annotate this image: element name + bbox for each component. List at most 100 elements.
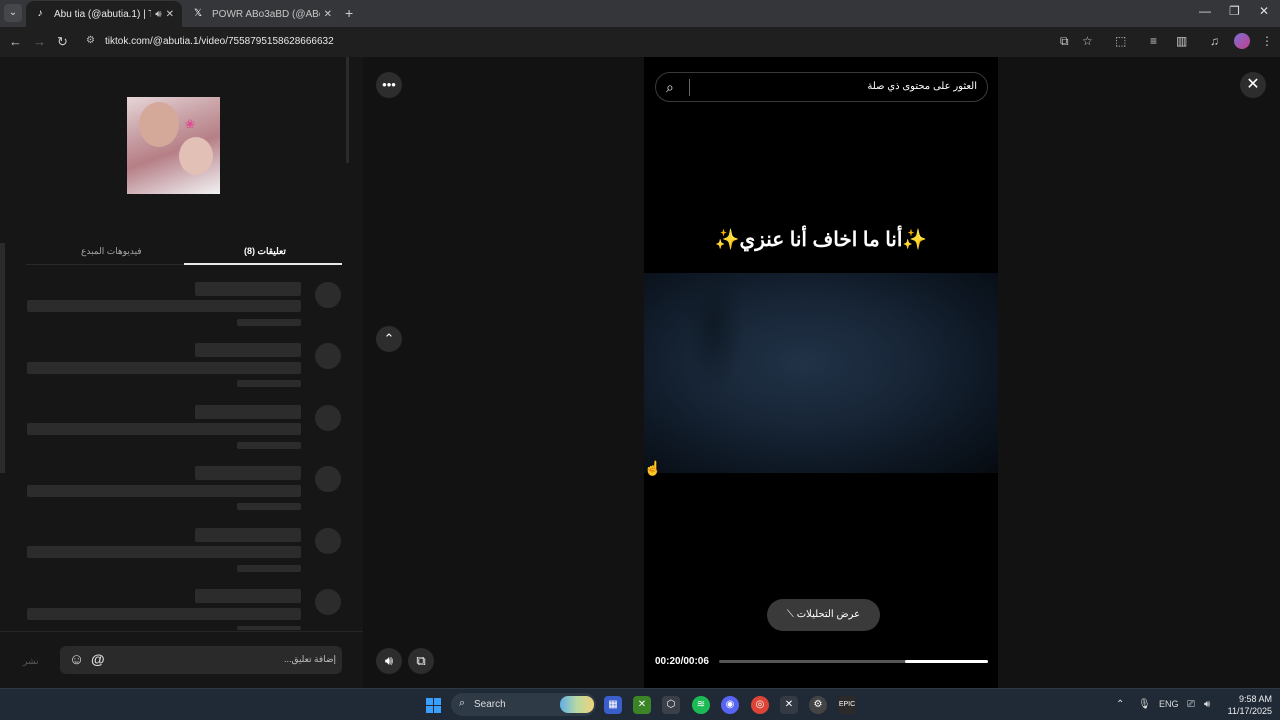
previous-video-chevron-icon[interactable]: ⌃ [376, 326, 402, 352]
comment-composer-bar: نشر ☺ @ إضافة تعليق... [0, 631, 363, 688]
menu-kebab-icon[interactable]: ⋮ [1261, 34, 1273, 48]
skeleton-avatar [315, 589, 341, 615]
related-search[interactable]: ⌕ العثور على محتوى ذي صلة [655, 72, 988, 102]
panel-scrollbar[interactable] [346, 57, 349, 163]
steam-icon[interactable]: ⚙ [809, 696, 827, 714]
skeleton-line [27, 608, 301, 620]
tree-silhouette [684, 273, 744, 393]
xbox-app-icon[interactable]: ✕ [633, 696, 651, 714]
comments-panel: ❀ تعليقات (8) فيديوهات المبدع نشر ☺ @ إض… [0, 57, 363, 688]
video-player[interactable]: ✨أنا ما اخاف أنا عنزي✨ [644, 57, 998, 688]
close-video-icon[interactable]: ✕ [1240, 72, 1266, 98]
emoji-icon[interactable]: ☺ [69, 651, 84, 668]
close-tab-icon[interactable]: ✕ [324, 9, 332, 20]
video-caption: ✨أنا ما اخاف أنا عنزي✨ [714, 229, 928, 251]
bookmark-star-icon[interactable]: ☆ [1082, 34, 1093, 48]
search-icon: ⌕ [459, 697, 466, 709]
skeleton-line [27, 300, 301, 312]
skeleton-line [237, 319, 301, 326]
url-text: tiktok.com/@abutia.1/video/7558795158628… [105, 36, 334, 47]
bow-decoration: ❀ [185, 117, 196, 131]
video-timecode: 00:20/00:06 [655, 656, 709, 667]
speaker-icon[interactable]: 🔊︎ [155, 9, 161, 20]
comment-input[interactable]: ☺ @ إضافة تعليق... [60, 646, 342, 674]
video-progress-bar[interactable] [719, 660, 988, 663]
browser-tab-tiktok[interactable]: ♪ Abu tia (@abutia.1) | TikTok 🔊︎ ✕ [26, 1, 182, 27]
skeleton-line [237, 626, 301, 630]
window-close-icon[interactable]: ✕ [1259, 4, 1269, 18]
forward-icon[interactable]: → [33, 34, 46, 49]
clock-time: 9:58 AM [1238, 694, 1272, 704]
back-icon[interactable]: ← [9, 34, 22, 49]
volume-icon[interactable]: 🔊︎ [376, 648, 402, 674]
progress-fill [904, 660, 988, 663]
media-control-icon[interactable]: ♫ [1210, 34, 1219, 48]
skeleton-line [237, 380, 301, 387]
skeleton-line [195, 343, 301, 357]
search-icon[interactable]: ⌕ [666, 79, 674, 96]
skeleton-line [237, 503, 301, 510]
panel-tabs: تعليقات (8) فيديوهات المبدع [26, 243, 342, 265]
new-tab-button[interactable]: + [345, 5, 353, 21]
tab-search-button[interactable]: ⌄ [4, 4, 22, 22]
microphone-icon[interactable]: 🎙︎ [1138, 699, 1151, 710]
skeleton-line [195, 405, 301, 419]
windows-taskbar: ⌕ Search ▦ ✕ ⬡ ≋ ◉ ◎ ✕ ⚙ EPIC ⌃ 🎙︎ ENG ⎚… [0, 688, 1280, 720]
tab-title: Abu tia (@abutia.1) | TikTok [54, 8, 151, 20]
minimize-icon[interactable]: — [1199, 4, 1211, 18]
creator-avatar-image[interactable]: ❀ [127, 97, 220, 194]
skeleton-avatar [315, 282, 341, 308]
comments-scrollbar[interactable] [0, 243, 5, 473]
x-icon: 𝕏 [193, 8, 203, 19]
extensions-icon[interactable]: ⬚ [1115, 34, 1126, 48]
skeleton-avatar [315, 343, 341, 369]
floating-player-icon[interactable]: ⧉ [408, 648, 434, 674]
system-clock[interactable]: 9:58 AM 11/17/2025 [1222, 693, 1272, 717]
spotify-icon[interactable]: ≋ [692, 696, 710, 714]
taskbar-search-label: Search [474, 699, 506, 710]
search-placeholder: العثور على محتوى ذي صلة [867, 81, 977, 92]
chart-trend-icon: ⟋ [786, 609, 794, 620]
site-info-icon[interactable]: ⚙ [86, 35, 95, 46]
tiktok-icon: ♪ [37, 8, 43, 19]
address-bar[interactable]: ⚙ tiktok.com/@abutia.1/video/75587951586… [80, 30, 1105, 54]
cube-app-icon[interactable]: ⬡ [662, 696, 680, 714]
tab-comments[interactable]: تعليقات (8) [244, 246, 286, 257]
chrome-icon[interactable]: ◎ [751, 696, 769, 714]
skeleton-line [195, 528, 301, 542]
close-tab-icon[interactable]: ✕ [166, 9, 174, 20]
volume-tray-icon[interactable]: 🔊︎ [1204, 699, 1210, 710]
skeleton-line [27, 546, 301, 558]
skeleton-line [27, 485, 301, 497]
taskbar-search[interactable]: ⌕ Search [451, 693, 596, 716]
store-app-icon[interactable]: ▦ [604, 696, 622, 714]
mention-icon[interactable]: @ [91, 651, 105, 667]
profile-avatar[interactable] [1234, 33, 1250, 49]
epic-games-icon[interactable]: EPIC [838, 696, 856, 714]
mouse-cursor: ☝ [644, 460, 662, 476]
skeleton-avatar [315, 528, 341, 554]
excel-app-icon[interactable]: ✕ [780, 696, 798, 714]
tab-groups-icon[interactable]: ≡ [1150, 34, 1157, 48]
tray-chevron-icon[interactable]: ⌃ [1116, 699, 1124, 710]
browser-tab-x[interactable]: 𝕏 POWR ABo3aBD (@ABo3abdf1 ✕ [184, 1, 340, 27]
post-button[interactable]: نشر [23, 656, 39, 667]
browser-toolbar: ← → ↻ ⚙ tiktok.com/@abutia.1/video/75587… [0, 27, 1280, 57]
reload-icon[interactable]: ↻ [57, 34, 68, 50]
windows-start-icon[interactable] [426, 698, 441, 713]
tab-title: POWR ABo3aBD (@ABo3abdf1 [212, 8, 320, 20]
skeleton-line [237, 442, 301, 449]
skeleton-avatar [315, 405, 341, 431]
side-panel-icon[interactable]: ▥ [1176, 34, 1187, 48]
more-options-icon[interactable]: ••• [376, 72, 402, 98]
tab-creator-videos[interactable]: فيديوهات المبدع [81, 246, 142, 257]
discord-icon[interactable]: ◉ [721, 696, 739, 714]
restore-icon[interactable]: ❐ [1229, 4, 1240, 18]
install-app-icon[interactable]: ⧉ [1060, 34, 1069, 49]
network-icon[interactable]: ⎚ [1187, 699, 1195, 710]
skeleton-line [195, 589, 301, 603]
skeleton-line [237, 565, 301, 572]
view-analytics-button[interactable]: عرض التحليلات ⟋ [767, 599, 880, 631]
language-indicator[interactable]: ENG [1159, 699, 1179, 709]
clock-date: 11/17/2025 [1227, 706, 1272, 716]
